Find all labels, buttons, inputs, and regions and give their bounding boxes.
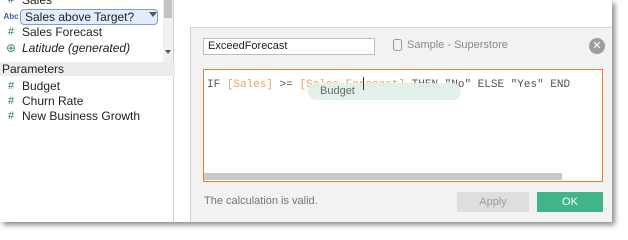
parameter-icon: #: [7, 80, 15, 92]
parameter-churn-rate[interactable]: # Churn Rate: [0, 93, 170, 109]
calc-name-input[interactable]: ExceedForecast: [203, 38, 375, 55]
formula-field-ref: [Sales]: [226, 79, 274, 91]
measure-icon: #: [7, 0, 15, 6]
chevron-down-icon[interactable]: [149, 12, 157, 17]
data-source-label: Sample - Superstore: [407, 39, 508, 51]
screen: # Sales Abc Sales above Target? # Sales …: [0, 0, 612, 222]
text-caret: [363, 77, 364, 90]
parameter-label: Budget: [22, 79, 61, 93]
database-icon: [393, 39, 402, 51]
calculation-editor: ExceedForecast Sample - Superstore ✕ IF …: [190, 27, 612, 222]
field-label: Latitude (generated): [22, 41, 131, 55]
parameter-budget[interactable]: # Budget: [0, 78, 170, 94]
field-label: Sales Forecast: [22, 25, 103, 39]
field-row-sales[interactable]: # Sales: [0, 0, 163, 8]
ok-button[interactable]: OK: [537, 192, 603, 212]
string-icon: Abc: [3, 12, 19, 21]
apply-button[interactable]: Apply: [457, 192, 529, 212]
parameters-header: Parameters: [0, 62, 175, 76]
field-list: # Sales Abc Sales above Target? # Sales …: [0, 0, 163, 62]
editor-horizontal-scrollbar[interactable]: [204, 173, 562, 180]
validation-status: The calculation is valid.: [204, 195, 318, 207]
formula-operator: >=: [273, 79, 300, 91]
data-pane: # Sales Abc Sales above Target? # Sales …: [0, 0, 175, 222]
parameter-label: New Business Growth: [22, 109, 141, 123]
close-icon[interactable]: ✕: [589, 38, 605, 54]
parameter-new-business-growth[interactable]: # New Business Growth: [0, 108, 170, 124]
field-row-sales-forecast[interactable]: # Sales Forecast: [0, 24, 163, 40]
field-label: Sales: [22, 0, 53, 7]
field-list-scrollbar[interactable]: [163, 0, 173, 62]
scroll-down-arrow-icon[interactable]: [165, 50, 171, 54]
scrollbar-thumb[interactable]: [164, 0, 172, 18]
measure-icon: #: [7, 26, 15, 38]
parameter-icon: #: [7, 110, 15, 122]
globe-icon: ⊕: [5, 41, 17, 55]
field-label: Sales above Target?: [20, 9, 158, 25]
parameter-icon: #: [7, 95, 15, 107]
formula-editor[interactable]: IF [Sales] >= [Sales Forecast] THEN "No"…: [203, 69, 603, 182]
parameter-label: Churn Rate: [22, 94, 84, 108]
field-row-latitude[interactable]: ⊕ Latitude (generated): [0, 40, 163, 56]
autocomplete-suggestion[interactable]: Budget: [308, 83, 461, 100]
formula-keyword: IF: [207, 79, 227, 91]
field-row-sales-above-target[interactable]: Abc Sales above Target?: [0, 8, 163, 25]
